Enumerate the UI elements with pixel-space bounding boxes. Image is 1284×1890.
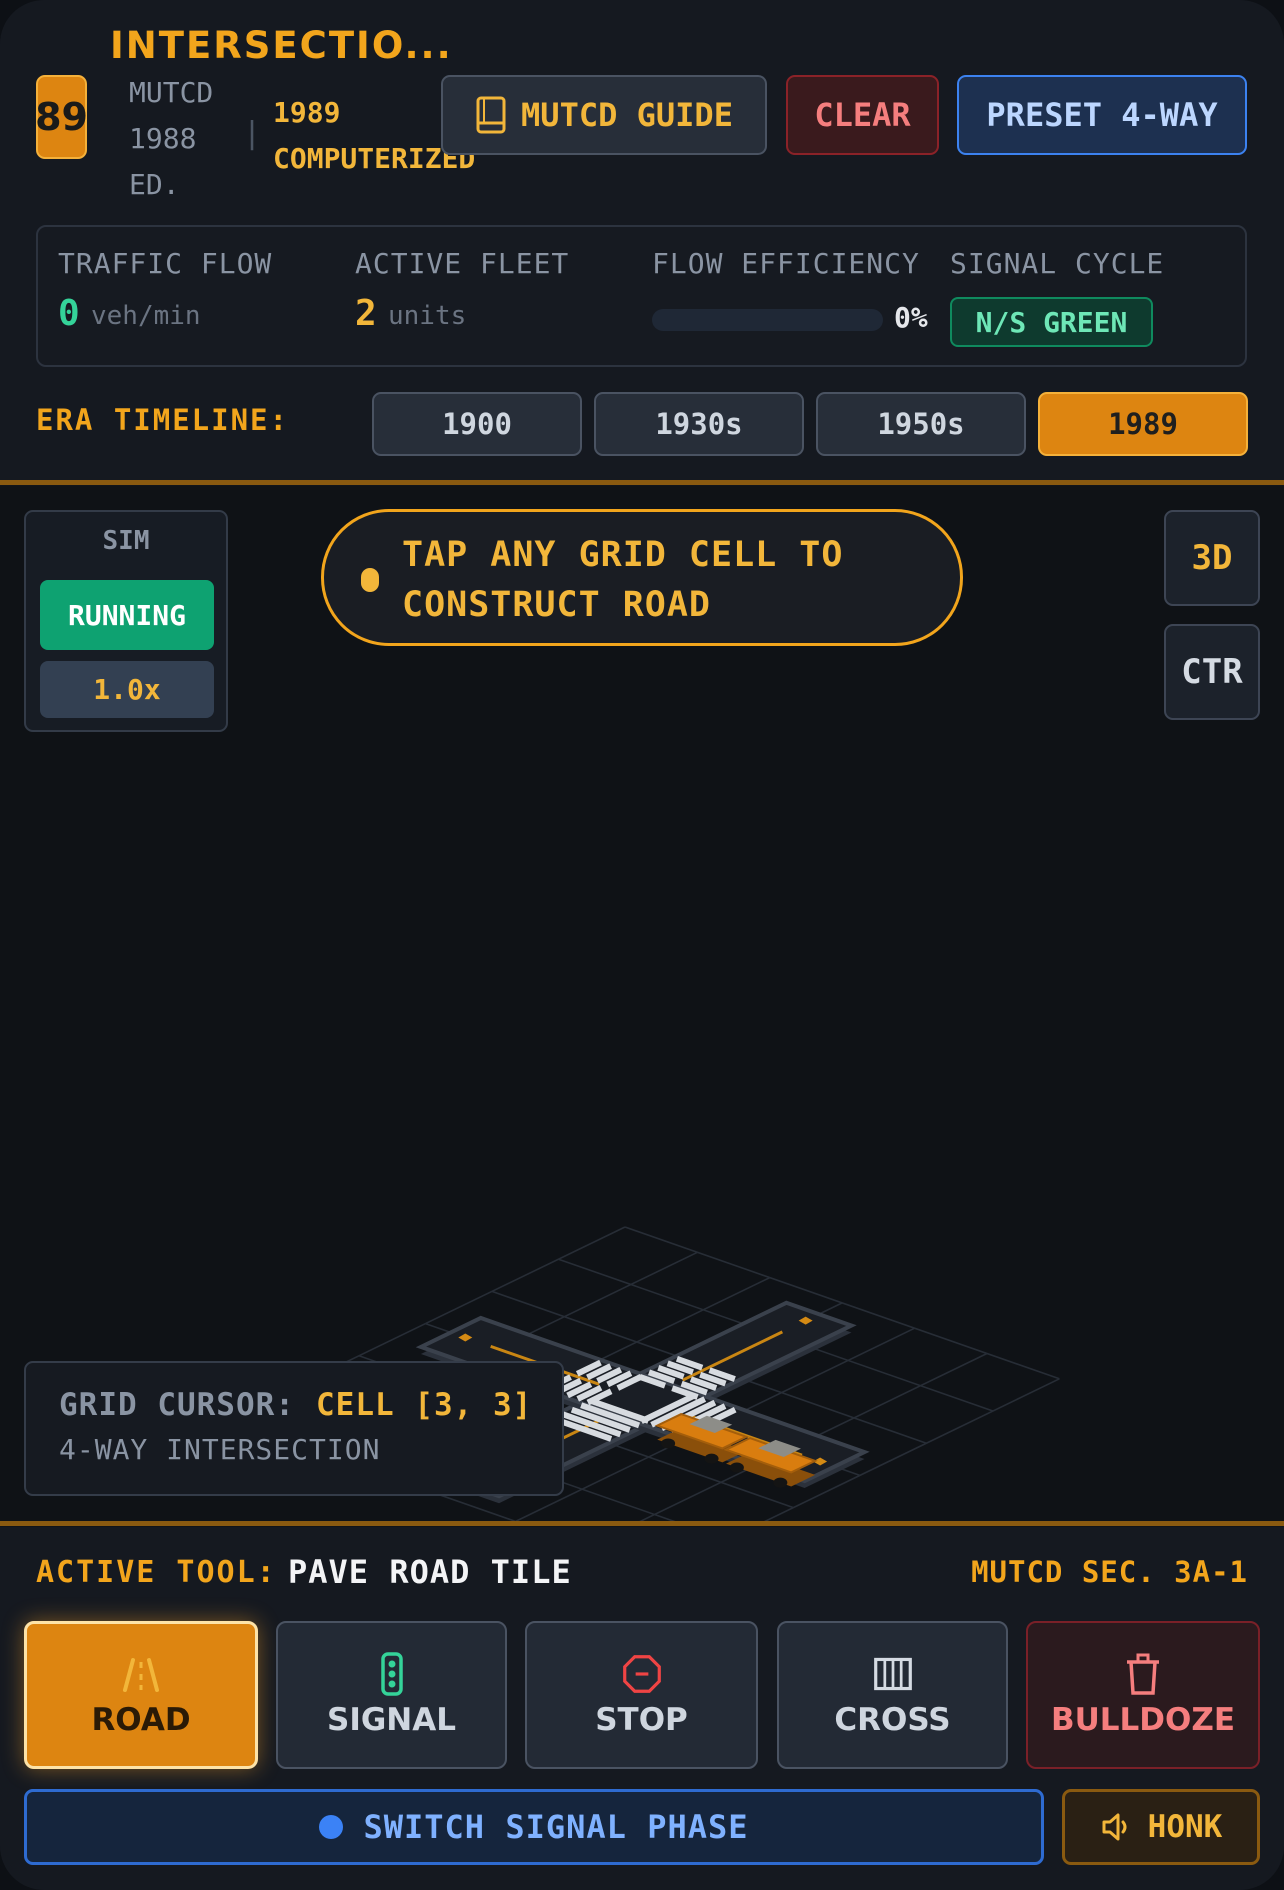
tool-stop-button[interactable]: STOP bbox=[525, 1621, 758, 1769]
hint-banner: TAP ANY GRID CELL TO CONSTRUCT ROAD bbox=[321, 509, 963, 646]
sim-panel: SIM RUNNING 1.0x bbox=[24, 510, 228, 732]
car-wheel bbox=[729, 1462, 744, 1473]
switch-dot-icon bbox=[319, 1815, 344, 1839]
tool-signal-button[interactable]: SIGNAL bbox=[276, 1621, 507, 1769]
honk-label: HONK bbox=[1147, 1809, 1223, 1845]
mutcd-guide-label: MUTCD GUIDE bbox=[521, 96, 733, 134]
hint-text: TAP ANY GRID CELL TO CONSTRUCT ROAD bbox=[402, 535, 844, 625]
era-button-1950s[interactable]: 1950s bbox=[816, 392, 1026, 456]
stats-panel: TRAFFIC FLOW 0 veh/min ACTIVE FLEET 2 un… bbox=[36, 225, 1247, 367]
flow-efficiency-bar bbox=[652, 309, 883, 331]
tool-signal-label: SIGNAL bbox=[327, 1702, 456, 1738]
trash-icon bbox=[1127, 1653, 1159, 1695]
active-tool-name: PAVE ROAD TILE bbox=[288, 1553, 572, 1591]
stop-sign-icon bbox=[622, 1655, 661, 1693]
tool-bulldoze-button[interactable]: BULLDOZE bbox=[1026, 1621, 1260, 1769]
signal-cycle-label: SIGNAL CYCLE bbox=[950, 247, 1165, 280]
traffic-flow-label: TRAFFIC FLOW bbox=[58, 247, 273, 280]
traffic-light-icon bbox=[380, 1652, 403, 1696]
active-fleet-label: ACTIVE FLEET bbox=[355, 247, 570, 280]
tool-stop-label: STOP bbox=[595, 1702, 688, 1738]
flow-efficiency-percent: 0% bbox=[894, 301, 928, 334]
traffic-flow-value: 0 bbox=[58, 293, 80, 334]
tool-cross-button[interactable]: CROSS bbox=[777, 1621, 1008, 1769]
sim-speed-button[interactable]: 1.0x bbox=[40, 661, 214, 718]
era-button-1900[interactable]: 1900 bbox=[372, 392, 582, 456]
active-fleet-unit: units bbox=[388, 301, 467, 331]
tool-bulldoze-label: BULLDOZE bbox=[1050, 1702, 1236, 1738]
preset-4way-button[interactable]: PRESET 4-WAY bbox=[957, 75, 1247, 155]
tool-cross-label: CROSS bbox=[834, 1702, 951, 1738]
car-wheel bbox=[661, 1438, 676, 1449]
car-wheel bbox=[704, 1453, 719, 1464]
switch-signal-phase-button[interactable]: SWITCH SIGNAL PHASE bbox=[24, 1789, 1044, 1865]
grid-cursor-description: 4-WAY INTERSECTION bbox=[59, 1433, 381, 1466]
edition-label: MUTCD 1988 ED. bbox=[129, 76, 214, 201]
tool-road-button[interactable]: ROAD bbox=[24, 1621, 258, 1769]
crosswalk-icon bbox=[873, 1657, 912, 1691]
view-3d-button[interactable]: 3D bbox=[1164, 510, 1260, 606]
honk-button[interactable]: HONK bbox=[1062, 1789, 1260, 1865]
active-fleet-value: 2 bbox=[355, 293, 377, 334]
car-wheel bbox=[773, 1477, 788, 1488]
app-frame: INTERSECTIO... 89 MUTCD 1988 ED. | 1989 … bbox=[0, 0, 1284, 1890]
era-timeline-label: ERA TIMELINE: bbox=[36, 403, 289, 437]
header-separator: | bbox=[243, 116, 262, 151]
sim-title: SIM bbox=[102, 526, 150, 556]
app-title: INTERSECTIO... bbox=[110, 24, 453, 67]
flow-efficiency-label: FLOW EFFICIENCY bbox=[652, 247, 920, 280]
grid-cursor-panel: GRID CURSOR: CELL [3, 3] 4-WAY INTERSECT… bbox=[24, 1361, 564, 1496]
grid-cursor-label: GRID CURSOR: bbox=[59, 1387, 295, 1423]
hint-dot-icon bbox=[361, 568, 379, 592]
mutcd-guide-button[interactable]: MUTCD GUIDE bbox=[441, 75, 767, 155]
sim-viewport[interactable]: SIM RUNNING 1.0x TAP ANY GRID CELL TO CO… bbox=[0, 486, 1284, 1521]
header-divider bbox=[0, 480, 1284, 485]
road-icon bbox=[123, 1658, 159, 1692]
book-icon bbox=[476, 96, 506, 134]
switch-signal-phase-label: SWITCH SIGNAL PHASE bbox=[363, 1808, 749, 1846]
toolbar: ACTIVE TOOL: PAVE ROAD TILE MUTCD SEC. 3… bbox=[0, 1527, 1284, 1890]
toolbar-divider bbox=[0, 1521, 1284, 1526]
era-button-1930s[interactable]: 1930s bbox=[594, 392, 804, 456]
tool-road-label: ROAD bbox=[91, 1702, 191, 1738]
year-badge: 89 bbox=[35, 75, 88, 159]
header: INTERSECTIO... 89 MUTCD 1988 ED. | 1989 … bbox=[0, 0, 1284, 484]
era-button-1989[interactable]: 1989 bbox=[1038, 392, 1248, 456]
view-center-button[interactable]: CTR bbox=[1164, 624, 1260, 720]
signal-cycle-badge: N/S GREEN bbox=[950, 297, 1153, 347]
active-tool-label: ACTIVE TOOL: bbox=[36, 1555, 277, 1590]
sim-running-button[interactable]: RUNNING bbox=[40, 580, 214, 650]
clear-button[interactable]: CLEAR bbox=[786, 75, 939, 155]
mutcd-section: MUTCD SEC. 3A-1 bbox=[971, 1555, 1248, 1589]
traffic-flow-unit: veh/min bbox=[91, 301, 201, 331]
speaker-icon bbox=[1102, 1813, 1127, 1841]
grid-cursor-cell: CELL [3, 3] bbox=[316, 1387, 533, 1423]
